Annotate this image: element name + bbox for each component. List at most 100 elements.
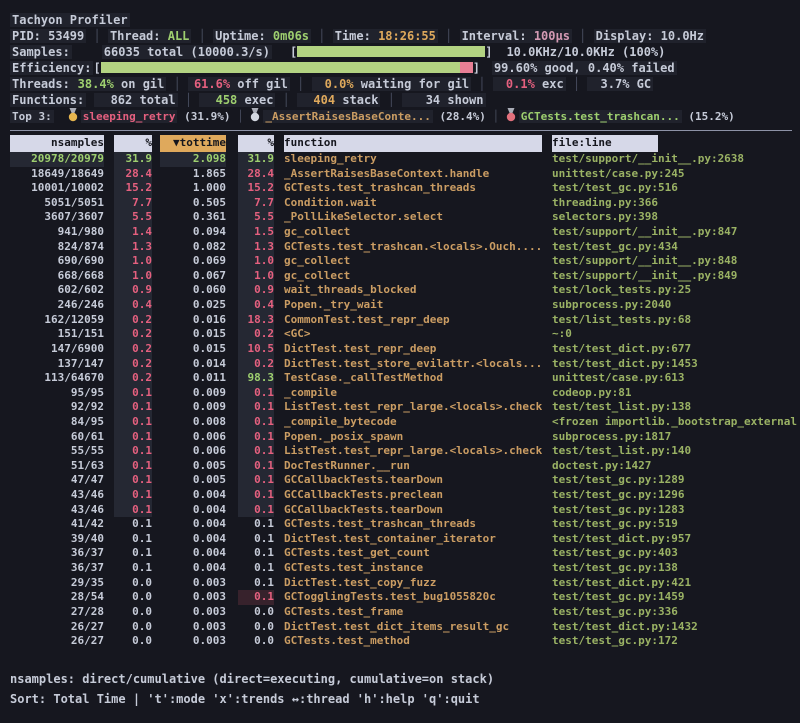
table-row[interactable]: 36/370.10.0040.1GCTests.test_instancetes… <box>10 561 800 576</box>
footer-legend: nsamples: direct/cumulative (direct=exec… <box>10 669 800 689</box>
cell-file-line: threading.py:366 <box>552 196 800 211</box>
cell-direct-pct: 0.2 <box>114 371 152 386</box>
table-row[interactable]: 18649/1864928.41.86528.4_AssertRaisesBas… <box>10 167 800 182</box>
cell-tottime: 0.003 <box>160 605 226 620</box>
samples-bar-close-bracket: ] <box>485 45 492 59</box>
table-row[interactable]: 55/550.10.0060.1ListTest.test_repr_large… <box>10 444 800 459</box>
table-row[interactable]: 246/2460.40.0250.4Popen._try_waitsubproc… <box>10 298 800 313</box>
cell-direct-pct: 0.1 <box>114 561 152 576</box>
column-header-file-line[interactable]: file:line <box>552 135 658 152</box>
table-row[interactable]: 690/6901.00.0691.0gc_collecttest/support… <box>10 254 800 269</box>
cell-nsamples: 29/35 <box>10 576 104 591</box>
table-row[interactable]: 29/350.00.0030.1DictTest.test_copy_fuzzt… <box>10 576 800 591</box>
table-row[interactable]: 84/950.10.0080.1_compile_bytecode<frozen… <box>10 415 800 430</box>
cell-direct-pct: 0.0 <box>114 634 152 649</box>
table-row[interactable]: 47/470.10.0050.1GCCallbackTests.tearDown… <box>10 473 800 488</box>
table-row[interactable]: 151/1510.20.0150.2<GC>~:0 <box>10 327 800 342</box>
table-row[interactable]: 20978/2097931.92.09831.9sleeping_retryte… <box>10 152 800 167</box>
status-pid-value: 53499 <box>48 29 84 43</box>
table-row[interactable]: 95/950.10.0090.1_compilecodeop.py:81 <box>10 386 800 401</box>
table-row[interactable]: 43/460.10.0040.1GCCallbackTests.preclean… <box>10 488 800 503</box>
table-row[interactable]: 60/610.10.0060.1Popen._posix_spawnsubpro… <box>10 430 800 445</box>
cell-cumulative-pct: 1.5 <box>238 225 274 240</box>
table-row[interactable]: 137/1470.20.0140.2DictTest.test_store_ev… <box>10 357 800 372</box>
cell-direct-pct: 0.2 <box>114 357 152 372</box>
cell-tottime: 0.004 <box>160 517 226 532</box>
cell-file-line: unittest/case.py:245 <box>552 167 800 182</box>
column-header-direct-pct[interactable]: % <box>114 135 152 152</box>
separator: │ <box>486 110 506 123</box>
table-row[interactable]: 39/400.10.0040.1DictTest.test_container_… <box>10 532 800 547</box>
status-display-value: 10.0Hz <box>661 29 704 43</box>
cell-direct-pct: 0.9 <box>114 283 152 298</box>
table-row[interactable]: 3607/36075.50.3615.5_PollLikeSelector.se… <box>10 210 800 225</box>
cell-nsamples: 137/147 <box>10 357 104 372</box>
cell-cumulative-pct: 31.9 <box>238 152 274 167</box>
cell-direct-pct: 0.1 <box>114 415 152 430</box>
threads-stats: 38.4% on gil │ 61.6% off gil │ 0.0% wait… <box>72 77 653 91</box>
table-row[interactable]: 41/420.10.0040.1GCTests.test_trashcan_th… <box>10 517 800 532</box>
top3-function-pct: (15.2%) <box>688 110 734 123</box>
app-title-line: Tachyon Profiler <box>10 12 800 28</box>
cell-cumulative-pct: 0.0 <box>238 634 274 649</box>
cell-function: ListTest.test_repr_large.<locals>.check <box>284 444 542 459</box>
app-title: Tachyon Profiler <box>10 13 130 27</box>
table-row[interactable]: 162/120590.20.01618.3CommonTest.test_rep… <box>10 313 800 328</box>
column-header-function[interactable]: function <box>284 135 542 152</box>
table-row[interactable]: 113/646700.20.01198.3TestCase._callTestM… <box>10 371 800 386</box>
column-header-nsamples[interactable]: nsamples <box>10 135 104 152</box>
cell-nsamples: 60/61 <box>10 430 104 445</box>
cell-file-line: doctest.py:1427 <box>552 459 800 474</box>
table-row[interactable]: 10001/1000215.21.00015.2GCTests.test_tra… <box>10 181 800 196</box>
efficiency-label: Efficiency: <box>10 61 93 75</box>
separator: │ <box>86 29 108 43</box>
table-row[interactable]: 36/370.10.0040.1GCTests.test_get_countte… <box>10 546 800 561</box>
cell-nsamples: 602/602 <box>10 283 104 298</box>
table-row[interactable]: 27/280.00.0030.0GCTests.test_frametest/t… <box>10 605 800 620</box>
cell-cumulative-pct: 1.0 <box>238 269 274 284</box>
cell-direct-pct: 1.3 <box>114 240 152 255</box>
cell-tottime: 0.361 <box>160 210 226 225</box>
cell-nsamples: 92/92 <box>10 400 104 415</box>
table-row[interactable]: 43/460.10.0040.1GCCallbackTests.tearDown… <box>10 503 800 518</box>
cell-file-line: test/test_gc.py:1459 <box>552 590 800 605</box>
cell-nsamples: 26/27 <box>10 634 104 649</box>
cell-nsamples: 39/40 <box>10 532 104 547</box>
column-header-tottime-sorted[interactable]: ▼tottime <box>160 135 226 152</box>
cell-direct-pct: 0.1 <box>114 430 152 445</box>
cell-tottime: 0.060 <box>160 283 226 298</box>
cell-file-line: test/test_gc.py:516 <box>552 181 800 196</box>
function-stat-value: 34 <box>404 92 440 108</box>
cell-nsamples: 28/54 <box>10 590 104 605</box>
samples-line: Samples:66035 total (10000.3/s)[]10.0KHz… <box>10 44 800 60</box>
table-row[interactable]: 51/630.10.0050.1DocTestRunner.__rundocte… <box>10 459 800 474</box>
table-row[interactable]: 26/270.00.0030.0GCTests.test_methodtest/… <box>10 634 800 649</box>
table-row[interactable]: 26/270.00.0030.0DictTest.test_dict_items… <box>10 620 800 635</box>
thread-stat-label: off gil <box>230 77 288 91</box>
table-row[interactable]: 941/9801.40.0941.5gc_collecttest/support… <box>10 225 800 240</box>
cell-function: _compile <box>284 386 542 401</box>
function-stat: 458 exec <box>199 93 275 107</box>
thread-stat-label: waiting for gil <box>354 77 470 91</box>
table-row[interactable]: 824/8741.30.0821.3GCTests.test_trashcan.… <box>10 240 800 255</box>
cell-tottime: 0.004 <box>160 488 226 503</box>
table-row[interactable]: 602/6020.90.0600.9wait_threads_blockedte… <box>10 283 800 298</box>
separator: │ <box>178 93 200 107</box>
table-row[interactable]: 28/540.00.0030.1GCTogglingTests.test_bug… <box>10 590 800 605</box>
cell-direct-pct: 0.1 <box>114 488 152 503</box>
samples-total: 66035 total (10000.3/s) <box>102 45 272 59</box>
column-header-cumulative-pct[interactable]: % <box>238 135 274 152</box>
cell-nsamples: 10001/10002 <box>10 181 104 196</box>
status-pid: PID: 53499 <box>10 29 86 43</box>
cell-nsamples: 95/95 <box>10 386 104 401</box>
table-row[interactable]: 92/920.10.0090.1ListTest.test_repr_large… <box>10 400 800 415</box>
cell-file-line: test/support/__init__.py:847 <box>552 225 800 240</box>
table-row[interactable]: 147/69000.20.01510.5DictTest.test_repr_d… <box>10 342 800 357</box>
cell-tottime: 0.082 <box>160 240 226 255</box>
cell-file-line: test/test_gc.py:172 <box>552 634 800 649</box>
cell-direct-pct: 0.1 <box>114 517 152 532</box>
table-row[interactable]: 668/6681.00.0671.0gc_collecttest/support… <box>10 269 800 284</box>
cell-file-line: test/lock_tests.py:25 <box>552 283 800 298</box>
efficiency-bar-open-bracket: [ <box>93 61 100 75</box>
table-row[interactable]: 5051/50517.70.5057.7Condition.waitthread… <box>10 196 800 211</box>
